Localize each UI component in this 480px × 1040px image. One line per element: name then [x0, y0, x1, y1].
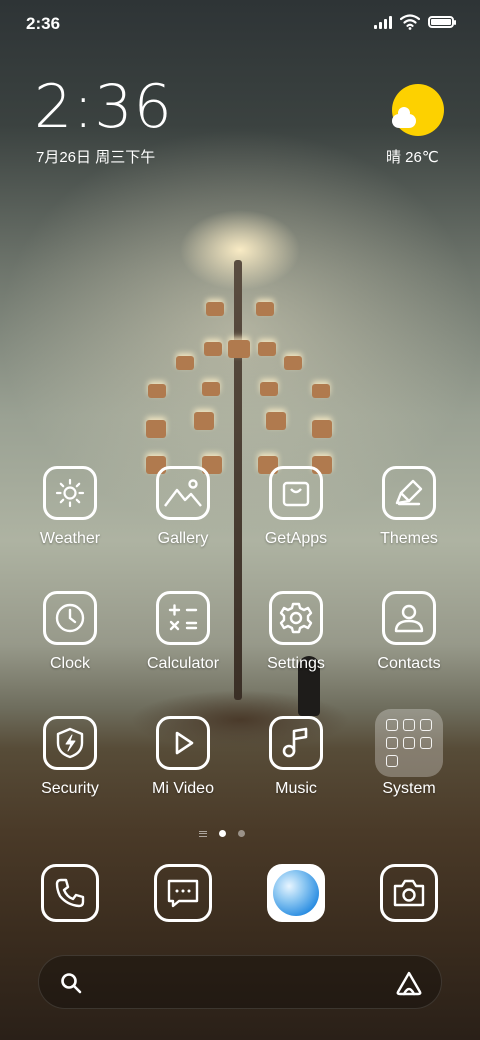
app-settings[interactable]: Settings — [241, 591, 351, 673]
search-icon[interactable] — [59, 971, 83, 995]
wifi-icon — [400, 14, 420, 30]
wallpaper-lamp — [312, 420, 332, 438]
app-label: Themes — [380, 530, 438, 547]
image-icon — [156, 466, 210, 520]
app-label: Calculator — [146, 655, 220, 672]
wallpaper-lamp — [146, 420, 166, 438]
clock-icon — [43, 591, 97, 645]
wallpaper-lamp — [202, 382, 220, 396]
page-dot-1[interactable] — [219, 830, 226, 837]
app-mi-video[interactable]: Mi Video — [128, 716, 238, 798]
app-label: Gallery — [157, 530, 209, 547]
wallpaper-lamp — [194, 412, 214, 430]
app-label: Clock — [49, 655, 90, 672]
status-bar-time: 2:36 — [26, 14, 61, 33]
app-gallery[interactable]: Gallery — [128, 466, 238, 548]
app-security[interactable]: Security — [15, 716, 125, 798]
wallpaper-lamp — [176, 356, 194, 370]
app-calculator[interactable]: Calculator — [128, 591, 238, 673]
message-icon — [167, 879, 199, 908]
folder-icon — [375, 709, 443, 777]
signal-icon — [374, 15, 392, 29]
app-label: System — [382, 780, 436, 797]
app-label: Music — [275, 780, 317, 797]
wallpaper-lamp — [266, 412, 286, 430]
app-label: Weather — [39, 530, 101, 547]
wallpaper-lamp — [284, 356, 302, 370]
dock-messages[interactable] — [154, 864, 212, 922]
play-icon — [156, 716, 210, 770]
page-dot-2[interactable] — [238, 830, 245, 837]
brush-icon — [382, 466, 436, 520]
app-drawer-icon[interactable] — [199, 830, 207, 837]
gear-icon — [269, 591, 323, 645]
app-music[interactable]: Music — [241, 716, 351, 798]
app-label: Contacts — [377, 655, 441, 672]
sun-icon — [43, 466, 97, 520]
dock-camera[interactable] — [380, 864, 438, 922]
shopping-bag-icon — [269, 466, 323, 520]
music-note-icon — [269, 716, 323, 770]
weather-widget-text: 晴 26℃ — [386, 149, 439, 166]
app-label: Settings — [267, 655, 325, 672]
app-themes[interactable]: Themes — [354, 466, 464, 548]
dock-browser[interactable] — [267, 864, 325, 922]
app-label: GetApps — [264, 530, 328, 547]
cloud-icon — [392, 107, 416, 128]
calculator-icon — [156, 591, 210, 645]
search-bar[interactable] — [38, 955, 442, 1009]
shield-icon — [43, 716, 97, 770]
page-indicator[interactable] — [199, 830, 245, 837]
wallpaper-lamp — [206, 302, 224, 316]
wallpaper-lamp — [260, 382, 278, 396]
wallpaper-lamp — [258, 342, 276, 356]
wallpaper-lamp — [228, 340, 250, 358]
wallpaper-lamp — [148, 384, 166, 398]
app-label: Security — [41, 780, 99, 797]
app-clock[interactable]: Clock — [15, 591, 125, 673]
wallpaper-lamp — [256, 302, 274, 316]
phone-icon — [55, 878, 85, 908]
app-contacts[interactable]: Contacts — [354, 591, 464, 673]
assistant-icon[interactable] — [395, 970, 423, 996]
dock-phone[interactable] — [41, 864, 99, 922]
person-icon — [382, 591, 436, 645]
browser-icon — [273, 870, 319, 916]
app-weather[interactable]: Weather — [15, 466, 125, 548]
app-label: Mi Video — [152, 780, 214, 797]
camera-icon — [393, 879, 425, 907]
clock-widget-time[interactable]: 2:36 — [34, 72, 173, 142]
wallpaper-lamp — [204, 342, 222, 356]
app-getapps[interactable]: GetApps — [241, 466, 351, 548]
battery-icon — [428, 16, 456, 28]
clock-widget-date[interactable]: 7月26日 周三下午 — [36, 146, 155, 167]
wallpaper-lamp — [312, 384, 330, 398]
folder-system[interactable]: System — [354, 709, 464, 798]
status-bar-icons — [374, 14, 456, 30]
